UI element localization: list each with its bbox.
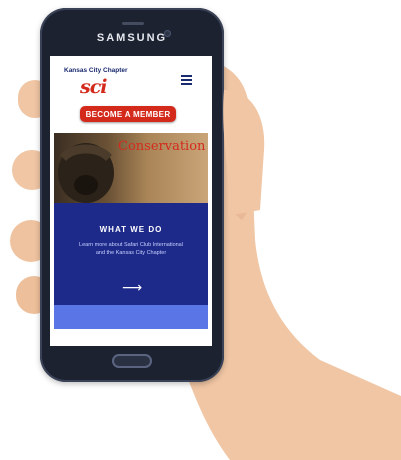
- site-header: Kansas City Chapter sci: [50, 56, 212, 104]
- speaker-grille: [122, 22, 144, 25]
- section-heading: WHAT WE DO: [99, 225, 163, 234]
- what-we-do-section: WHAT WE DO Learn more about Safari Club …: [54, 203, 208, 305]
- phone-screen: Kansas City Chapter sci BECOME A MEMBER …: [50, 56, 212, 346]
- phone-device: SAMSUNG Kansas City Chapter sci BECOME A…: [40, 8, 224, 382]
- right-arrow-icon[interactable]: ⟶: [122, 279, 142, 296]
- hamburger-menu-icon[interactable]: [181, 75, 192, 85]
- sci-logo[interactable]: sci: [80, 76, 108, 98]
- phone-brand-label: SAMSUNG: [96, 32, 168, 44]
- section-description: Learn more about Safari Club Internation…: [79, 242, 183, 256]
- next-section-panel: [54, 305, 208, 329]
- hero-banner: Conservation: [54, 133, 208, 203]
- home-button[interactable]: [112, 354, 152, 368]
- chapter-name: Kansas City Chapter: [64, 67, 128, 74]
- hero-title: Conservation: [118, 139, 206, 154]
- thumb-image: [223, 90, 265, 216]
- become-member-button[interactable]: BECOME A MEMBER: [80, 106, 176, 122]
